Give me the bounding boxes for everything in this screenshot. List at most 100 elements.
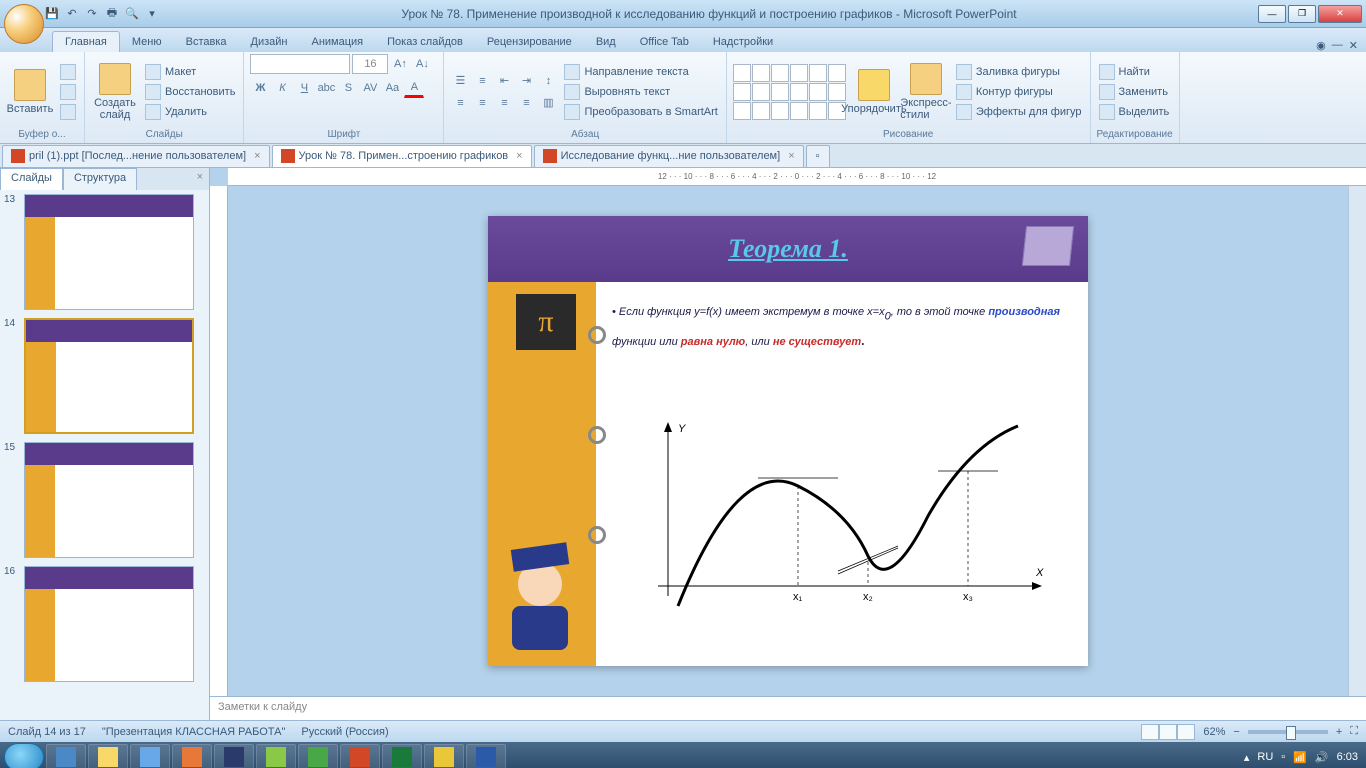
office-button[interactable] (4, 4, 44, 44)
undo-icon[interactable]: ↶ (64, 6, 80, 22)
bold-button[interactable]: Ж (250, 78, 270, 98)
doc-tab[interactable]: Урок № 78. Примен...строению графиков× (272, 145, 532, 167)
strike-button[interactable]: abc (316, 78, 336, 98)
quick-styles-button[interactable]: Экспресс-стили (902, 59, 950, 125)
taskbar-item[interactable] (214, 744, 254, 768)
tray-volume-icon[interactable]: 🔊 (1315, 751, 1329, 764)
outline-tab[interactable]: Структура (63, 168, 137, 190)
arrange-button[interactable]: Упорядочить (850, 59, 898, 125)
tab-addins[interactable]: Надстройки (701, 32, 785, 52)
zoom-level[interactable]: 62% (1203, 726, 1225, 738)
taskbar-item[interactable] (88, 744, 128, 768)
bullets-button[interactable]: ☰ (450, 71, 470, 91)
notes-pane[interactable]: Заметки к слайду (210, 696, 1366, 720)
underline-button[interactable]: Ч (294, 78, 314, 98)
taskbar-item[interactable] (382, 744, 422, 768)
copy-button[interactable] (58, 83, 78, 101)
numbering-button[interactable]: ≡ (472, 71, 492, 91)
cut-button[interactable] (58, 63, 78, 81)
zoom-out-button[interactable]: − (1233, 726, 1239, 738)
close-tab-icon[interactable]: × (788, 150, 794, 162)
taskbar-item[interactable] (298, 744, 338, 768)
slide[interactable]: Теорема 1. π • Если функция y=f(x) имеет… (488, 216, 1088, 666)
new-doc-tab[interactable]: ▫ (806, 145, 830, 167)
indent-inc-button[interactable]: ⇥ (516, 71, 536, 91)
new-slide-button[interactable]: Создать слайд (91, 59, 139, 125)
slide-thumbnail[interactable] (24, 566, 194, 682)
line-spacing-button[interactable]: ↕ (538, 71, 558, 91)
shadow-button[interactable]: S (338, 78, 358, 98)
taskbar-item[interactable] (130, 744, 170, 768)
help-icon[interactable]: ◉ (1316, 39, 1326, 52)
shape-effects-button[interactable]: Эффекты для фигур (954, 103, 1084, 121)
tab-design[interactable]: Дизайн (239, 32, 300, 52)
tray-lang[interactable]: RU (1257, 751, 1273, 763)
taskbar-item[interactable] (466, 744, 506, 768)
minimize-button[interactable]: — (1258, 5, 1286, 23)
indent-dec-button[interactable]: ⇤ (494, 71, 514, 91)
save-icon[interactable]: 💾 (44, 6, 60, 22)
slide-thumbnail[interactable] (24, 442, 194, 558)
font-family-select[interactable] (250, 54, 350, 74)
taskbar-item[interactable] (172, 744, 212, 768)
align-right-button[interactable]: ≡ (494, 93, 514, 113)
grow-font-button[interactable]: A↑ (390, 54, 410, 74)
close-tab-icon[interactable]: × (516, 150, 522, 162)
taskbar-item[interactable] (424, 744, 464, 768)
doc-tab[interactable]: Исследование функц...ние пользователем]× (534, 145, 804, 167)
delete-button[interactable]: Удалить (143, 103, 237, 121)
slide-thumbnail[interactable] (24, 318, 194, 434)
justify-button[interactable]: ≡ (516, 93, 536, 113)
tab-review[interactable]: Рецензирование (475, 32, 584, 52)
tab-view[interactable]: Вид (584, 32, 628, 52)
smartart-button[interactable]: Преобразовать в SmartArt (562, 103, 719, 121)
start-button[interactable] (4, 743, 44, 768)
vertical-scrollbar[interactable] (1348, 186, 1366, 696)
tray-network-icon[interactable]: 📶 (1293, 751, 1307, 764)
qat-more-icon[interactable]: ▾ (144, 6, 160, 22)
shape-outline-button[interactable]: Контур фигуры (954, 83, 1084, 101)
tab-slideshow[interactable]: Показ слайдов (375, 32, 475, 52)
reset-button[interactable]: Восстановить (143, 83, 237, 101)
spacing-button[interactable]: AV (360, 78, 380, 98)
tab-menu[interactable]: Меню (120, 32, 174, 52)
layout-button[interactable]: Макет (143, 63, 237, 81)
slide-thumbnail[interactable] (24, 194, 194, 310)
align-left-button[interactable]: ≡ (450, 93, 470, 113)
fit-button[interactable]: ⛶ (1350, 725, 1358, 738)
taskbar-item[interactable] (46, 744, 86, 768)
close-tab-icon[interactable]: × (254, 150, 260, 162)
case-button[interactable]: Aa (382, 78, 402, 98)
align-text-button[interactable]: Выровнять текст (562, 83, 719, 101)
slideshow-view-button[interactable] (1177, 724, 1195, 740)
doc-tab[interactable]: pril (1).ppt [Послед...нение пользовател… (2, 145, 270, 167)
taskbar-item[interactable] (340, 744, 380, 768)
shape-fill-button[interactable]: Заливка фигуры (954, 63, 1084, 81)
text-direction-button[interactable]: Направление текста (562, 63, 719, 81)
font-color-button[interactable]: A (404, 78, 424, 98)
tab-animation[interactable]: Анимация (299, 32, 375, 52)
tray-up-icon[interactable]: ▴ (1244, 751, 1250, 764)
panel-close-icon[interactable]: × (191, 168, 209, 190)
redo-icon[interactable]: ↷ (84, 6, 100, 22)
print-icon[interactable]: 🖶 (104, 6, 120, 22)
select-button[interactable]: Выделить (1097, 103, 1172, 121)
sorter-view-button[interactable] (1159, 724, 1177, 740)
align-center-button[interactable]: ≡ (472, 93, 492, 113)
preview-icon[interactable]: 🔍 (124, 6, 140, 22)
format-painter-button[interactable] (58, 103, 78, 121)
slides-tab[interactable]: Слайды (0, 168, 63, 190)
paste-button[interactable]: Вставить (6, 59, 54, 125)
taskbar-item[interactable] (256, 744, 296, 768)
find-button[interactable]: Найти (1097, 63, 1172, 81)
italic-button[interactable]: К (272, 78, 292, 98)
font-size-select[interactable]: 16 (352, 54, 388, 74)
shapes-gallery[interactable] (733, 64, 846, 120)
tab-insert[interactable]: Вставка (174, 32, 239, 52)
ribbon-close-icon[interactable]: ✕ (1349, 39, 1358, 52)
tray-clock[interactable]: 6:03 (1337, 751, 1358, 763)
close-button[interactable]: ✕ (1318, 5, 1362, 23)
tray-flag-icon[interactable]: ▫ (1281, 751, 1285, 763)
ribbon-minimize-icon[interactable]: — (1332, 39, 1343, 52)
zoom-slider[interactable] (1248, 730, 1328, 734)
